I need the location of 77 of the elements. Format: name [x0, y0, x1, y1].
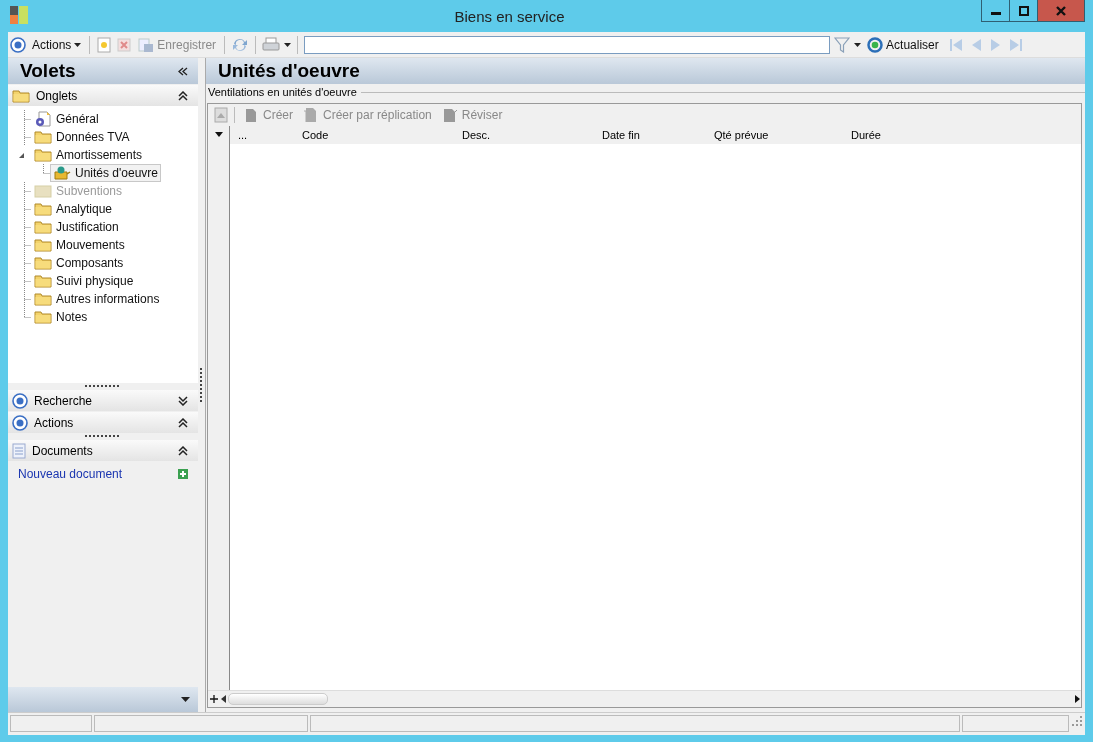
target-icon	[12, 392, 28, 409]
folder-icon	[34, 148, 52, 162]
tree-item[interactable]: Mouvements	[31, 236, 128, 254]
section-title: Recherche	[34, 393, 94, 408]
column-header[interactable]: ...	[238, 129, 302, 141]
tree-connector-line	[43, 164, 50, 174]
scrollbar-thumb[interactable]	[228, 693, 328, 705]
window-title: Biens en service	[453, 7, 566, 25]
document-icon	[441, 107, 458, 123]
document-gear-icon	[34, 111, 52, 127]
caret-icon	[74, 42, 82, 47]
tree-item[interactable]: Autres informations	[31, 290, 163, 308]
close-button[interactable]	[1037, 0, 1084, 21]
panel-title: Volets	[20, 60, 76, 82]
refresh-button[interactable]: Actualiser	[865, 34, 941, 55]
section-header[interactable]: Actions	[8, 412, 198, 433]
tree-item[interactable]: Données TVA	[31, 128, 133, 146]
section-header[interactable]: Onglets	[8, 85, 198, 106]
content-title: Unités d'oeuvre	[218, 60, 360, 82]
app-logo-icon	[10, 6, 28, 24]
tree-item[interactable]: Unités d'oeuvre	[50, 164, 161, 182]
expand-icon[interactable]	[178, 395, 188, 406]
save-icon	[138, 36, 155, 53]
group-label: Ventilations en unités d'oeuvre	[208, 86, 357, 98]
folder-icon	[34, 292, 52, 306]
section-header[interactable]: Documents	[8, 440, 198, 461]
caret-icon[interactable]	[284, 42, 292, 47]
column-header[interactable]: Qté prévue	[714, 129, 851, 141]
minimize-icon	[990, 12, 1001, 15]
folder-icon	[34, 274, 52, 288]
folder-icon	[34, 238, 52, 252]
tree-item[interactable]: Justification	[31, 218, 122, 236]
folder-icon	[34, 220, 52, 234]
folder-icon	[34, 184, 52, 198]
refresh-icon	[867, 36, 884, 53]
collapse-icon[interactable]	[178, 445, 188, 456]
tree-item[interactable]: Analytique	[31, 200, 116, 218]
document-icon	[303, 107, 319, 123]
tree-item[interactable]: Composants	[31, 254, 127, 272]
target-icon	[10, 36, 26, 53]
maximize-icon	[1018, 5, 1029, 16]
section-header[interactable]: Recherche	[8, 390, 198, 411]
column-header[interactable]: Code	[302, 129, 462, 141]
document-icon	[243, 107, 259, 123]
tree-item[interactable]: Suivi physique	[31, 272, 137, 290]
section-title: Actions	[34, 415, 75, 430]
section-title: Onglets	[36, 88, 79, 103]
add-row-icon[interactable]	[208, 693, 220, 705]
collapse-icon[interactable]	[178, 417, 188, 428]
actions-menu[interactable]: Actions	[30, 34, 84, 55]
collapse-panel-icon[interactable]	[178, 66, 188, 76]
column-header[interactable]: Desc.	[462, 129, 602, 141]
dropdown-arrow-icon[interactable]	[181, 697, 190, 702]
target-icon	[12, 414, 28, 431]
collapse-icon[interactable]	[178, 90, 188, 101]
expanded-triangle-icon[interactable]	[18, 151, 25, 159]
column-header[interactable]: Date fin	[602, 129, 714, 141]
caret-icon[interactable]	[854, 42, 862, 47]
resize-grip-icon[interactable]	[1071, 715, 1083, 727]
column-header[interactable]: Durée	[851, 129, 911, 141]
section-title: Documents	[32, 443, 94, 458]
folder-icon	[34, 310, 52, 324]
new-document-link[interactable]: Nouveau document	[18, 467, 123, 481]
folder-icon	[34, 130, 52, 144]
folder-icon	[34, 202, 52, 216]
folder-icon	[34, 256, 52, 270]
tree-item[interactable]: Général	[31, 110, 102, 128]
scroll-right-icon[interactable]	[1073, 694, 1081, 704]
pot-icon	[53, 165, 71, 181]
add-icon[interactable]	[178, 469, 188, 479]
dropdown-arrow-icon[interactable]	[214, 132, 223, 137]
search-field[interactable]	[304, 35, 831, 54]
tree-item[interactable]: Amortissements	[31, 146, 146, 164]
document-icon	[12, 442, 26, 459]
tree-item[interactable]: Notes	[31, 308, 91, 326]
close-icon	[1056, 5, 1066, 16]
folder-icon	[12, 88, 30, 103]
